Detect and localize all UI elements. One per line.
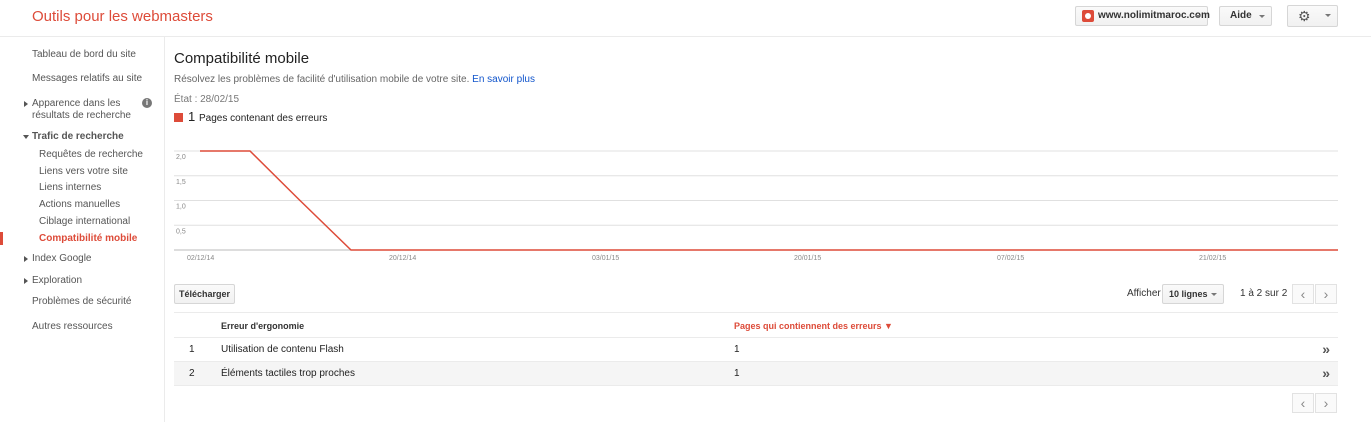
x-tick-label: 07/02/15 bbox=[997, 255, 1024, 262]
rows-per-page-value: 10 lignes bbox=[1169, 289, 1208, 299]
x-tick-label: 20/12/14 bbox=[389, 255, 416, 262]
show-label: Afficher bbox=[1127, 288, 1161, 299]
x-tick-label: 20/01/15 bbox=[794, 255, 821, 262]
y-tick-label: 1,5 bbox=[176, 179, 186, 186]
double-chevron-right-icon[interactable]: » bbox=[1322, 365, 1330, 381]
x-tick-label: 03/01/15 bbox=[592, 255, 619, 262]
column-header-pages[interactable]: Pages qui contiennent des erreurs ▼ bbox=[734, 321, 893, 331]
table-header: Erreur d'ergonomie Pages qui contiennent… bbox=[174, 312, 1338, 338]
table-row[interactable]: 2 Éléments tactiles trop proches 1 » bbox=[174, 362, 1338, 386]
y-tick-label: 0,5 bbox=[176, 228, 186, 235]
next-page-button-bottom[interactable]: › bbox=[1315, 393, 1337, 413]
x-tick-label: 02/12/14 bbox=[187, 255, 214, 262]
sidebar-item-label: Exploration bbox=[32, 275, 83, 286]
sidebar-item-other-resources[interactable]: Autres ressources bbox=[32, 321, 113, 332]
x-tick-label: 21/02/15 bbox=[1199, 255, 1226, 262]
download-button[interactable]: Télécharger bbox=[174, 284, 235, 304]
sidebar-item-security-issues[interactable]: Problèmes de sécurité bbox=[32, 296, 132, 307]
row-index: 2 bbox=[189, 368, 195, 379]
chevron-down-icon bbox=[1211, 293, 1217, 296]
y-tick-label: 2,0 bbox=[176, 154, 186, 161]
row-error: Utilisation de contenu Flash bbox=[221, 344, 344, 355]
sidebar-item-crawl[interactable]: Exploration bbox=[24, 275, 83, 286]
prev-page-button-bottom[interactable]: ‹ bbox=[1292, 393, 1314, 413]
row-index: 1 bbox=[189, 344, 195, 355]
expand-arrow-icon bbox=[24, 278, 28, 284]
row-pages: 1 bbox=[734, 368, 740, 379]
next-page-button[interactable]: › bbox=[1315, 284, 1337, 304]
errors-line-chart: 2,0 1,5 1,0 0,5 02/12/14 20/12/14 03/01/15 20/0… bbox=[174, 150, 1338, 262]
rows-per-page-select[interactable]: 10 lignes bbox=[1162, 284, 1224, 304]
row-error: Éléments tactiles trop proches bbox=[221, 368, 355, 379]
y-tick-label: 1,0 bbox=[176, 204, 186, 211]
pagination-info: 1 à 2 sur 2 bbox=[1240, 288, 1288, 299]
prev-page-button[interactable]: ‹ bbox=[1292, 284, 1314, 304]
table-row[interactable]: 1 Utilisation de contenu Flash 1 » bbox=[174, 338, 1338, 362]
column-header-error[interactable]: Erreur d'ergonomie bbox=[221, 321, 304, 331]
double-chevron-right-icon[interactable]: » bbox=[1322, 341, 1330, 357]
row-pages: 1 bbox=[734, 344, 740, 355]
